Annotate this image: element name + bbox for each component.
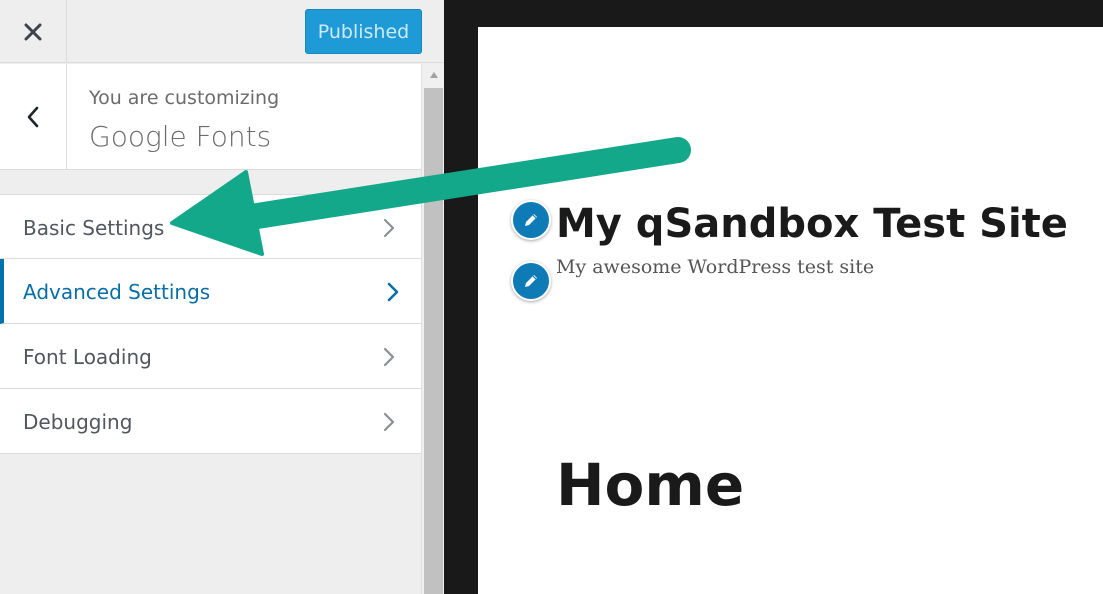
site-preview: My qSandbox Test Site My awesome WordPre… bbox=[478, 27, 1103, 594]
pencil-icon bbox=[525, 275, 537, 287]
section-debugging[interactable]: Debugging bbox=[0, 389, 421, 454]
scroll-up-button[interactable] bbox=[422, 64, 444, 86]
section-label: Font Loading bbox=[23, 345, 152, 369]
section-label: Debugging bbox=[23, 410, 133, 434]
chevron-right-icon bbox=[387, 282, 399, 302]
section-label: Advanced Settings bbox=[23, 280, 211, 304]
panel-title: Google Fonts bbox=[89, 120, 272, 153]
customizer-panel: You are customizing Google Fonts Basic S… bbox=[0, 64, 421, 594]
triangle-up-icon bbox=[429, 72, 438, 78]
chevron-right-icon bbox=[383, 347, 395, 367]
section-advanced-settings[interactable]: Advanced Settings bbox=[0, 259, 421, 324]
site-tagline: My awesome WordPress test site bbox=[556, 256, 875, 278]
chevron-right-icon bbox=[383, 412, 395, 432]
customizer-header: Published bbox=[0, 0, 444, 63]
chevron-left-icon bbox=[27, 106, 39, 128]
panel-info-header: You are customizing Google Fonts bbox=[0, 64, 421, 170]
scrollbar-thumb[interactable] bbox=[424, 88, 443, 594]
site-title[interactable]: My qSandbox Test Site bbox=[556, 201, 1068, 247]
publish-button[interactable]: Published bbox=[305, 9, 422, 54]
edit-tagline-shortcut[interactable] bbox=[511, 261, 551, 301]
close-button[interactable] bbox=[0, 0, 67, 63]
close-icon bbox=[24, 23, 42, 40]
section-basic-settings[interactable]: Basic Settings bbox=[0, 194, 421, 259]
customizer-sidebar: Published You are customizing Google Fon… bbox=[0, 0, 444, 594]
section-label: Basic Settings bbox=[23, 216, 165, 240]
section-list: Basic Settings Advanced Settings Font Lo… bbox=[0, 194, 421, 454]
section-font-loading[interactable]: Font Loading bbox=[0, 324, 421, 389]
customizing-label: You are customizing bbox=[89, 87, 280, 109]
chevron-right-icon bbox=[383, 218, 395, 238]
edit-site-title-shortcut[interactable] bbox=[511, 200, 551, 240]
page-heading: Home bbox=[556, 451, 745, 519]
pencil-icon bbox=[525, 214, 537, 226]
scrollbar[interactable] bbox=[421, 64, 444, 594]
back-button[interactable] bbox=[0, 64, 67, 170]
